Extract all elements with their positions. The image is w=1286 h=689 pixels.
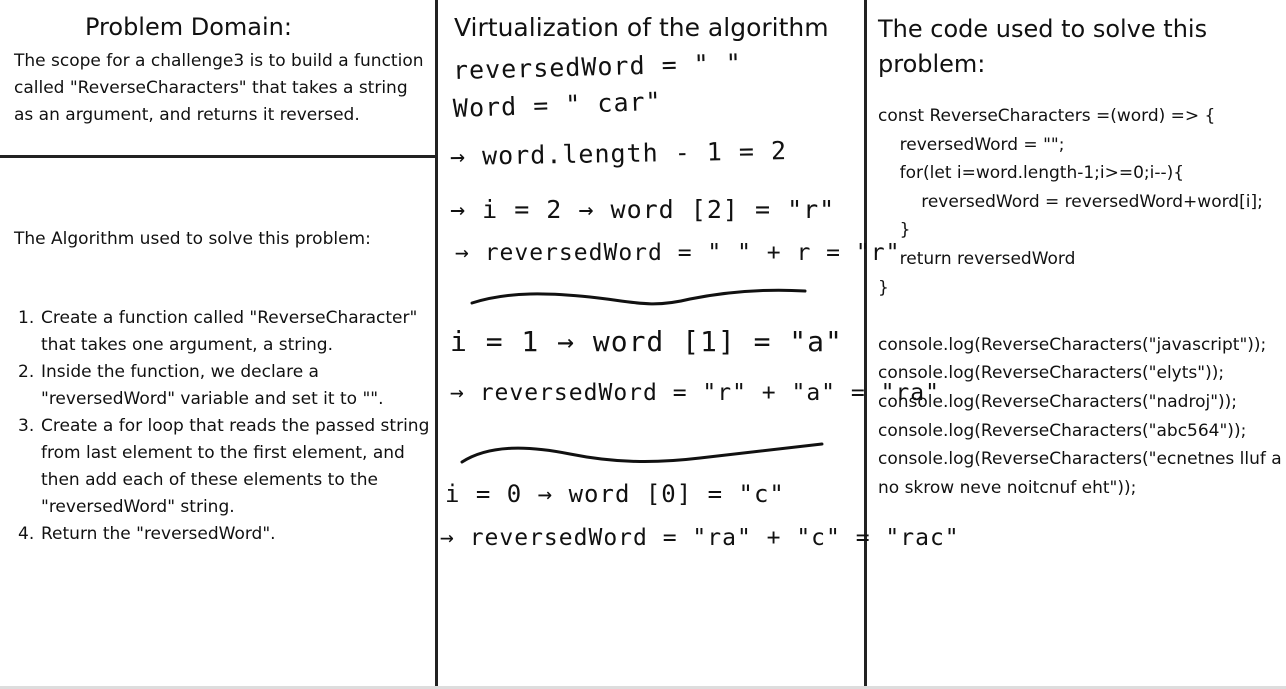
step-number: 3. <box>18 416 35 436</box>
step-text: Create a function called "ReverseCharact… <box>41 308 418 355</box>
algorithm-step: 3. Create a for loop that reads the passe… <box>18 413 430 521</box>
code-line: console.log(ReverseCharacters("elyts")); <box>878 363 1225 384</box>
algorithm-step: 1. Create a function called "ReverseChara… <box>18 305 430 359</box>
algorithm-steps-list: 1. Create a function called "ReverseChara… <box>18 305 430 548</box>
step-number: 2. <box>18 362 35 382</box>
code-line: console.log(ReverseCharacters("abc564"))… <box>878 420 1247 441</box>
code-line: reversedWord = reversedWord+word[i]; <box>878 191 1263 212</box>
handwritten-line: reversedWord = " " <box>452 48 743 85</box>
step-text: Create a for loop that reads the passed … <box>41 416 430 517</box>
code-line: return reversedWord <box>878 248 1076 269</box>
handwritten-line: Word = " car" <box>452 86 663 123</box>
code-line: const ReverseCharacters =(word) => { <box>878 106 1216 126</box>
algorithm-step: 2. Inside the function, we declare a "rev… <box>18 359 430 413</box>
algorithm-step: 4. Return the "reversedWord". <box>18 521 430 548</box>
separator-squiggle <box>460 442 824 464</box>
separator-squiggle <box>470 288 807 306</box>
step-number: 1. <box>18 308 35 328</box>
column-divider-right <box>864 0 867 689</box>
code-line: reversedWord = ""; <box>878 134 1065 155</box>
handwritten-line: → reversedWord = "r" + "a" = "ra" <box>450 380 940 406</box>
visualization-title: Virtualization of the algorithm <box>454 13 829 42</box>
code-line: } <box>878 277 889 298</box>
handwritten-line: i = 1 → word [1] = "a" <box>450 325 843 358</box>
code-line: for(let i=word.length-1;i>=0;i--){ <box>878 163 1185 184</box>
whiteboard: Problem Domain: The scope for a challeng… <box>0 0 1286 689</box>
handwritten-line: → word.length - 1 = 2 <box>449 136 788 171</box>
problem-scope-text: The scope for a challenge3 is to build a… <box>14 51 424 125</box>
problem-domain-title: Problem Domain: <box>85 13 292 41</box>
code-block: const ReverseCharacters =(word) => { rev… <box>878 102 1283 502</box>
handwritten-line: i = 0 → word [0] = "c" <box>445 480 785 508</box>
problem-domain-divider <box>0 155 438 158</box>
step-number: 4. <box>18 524 35 544</box>
code-line: console.log(ReverseCharacters("javascrip… <box>878 334 1267 355</box>
step-text: Inside the function, we declare a "rever… <box>41 362 384 409</box>
algorithm-heading: The Algorithm used to solve this problem… <box>14 229 371 249</box>
code-line: console.log(ReverseCharacters("ecnetnes … <box>878 449 1282 498</box>
handwritten-line: → reversedWord = " " + r = "r" <box>455 240 901 266</box>
step-text: Return the "reversedWord". <box>41 524 276 544</box>
code-title: The code used to solve this problem: <box>878 15 1208 78</box>
column-divider-left <box>435 0 438 689</box>
handwritten-line: → reversedWord = "ra" + "c" = "rac" <box>440 525 960 551</box>
code-line: console.log(ReverseCharacters("nadroj"))… <box>878 391 1238 412</box>
code-line: } <box>878 220 911 241</box>
handwritten-line: → i = 2 → word [2] = "r" <box>450 195 836 224</box>
